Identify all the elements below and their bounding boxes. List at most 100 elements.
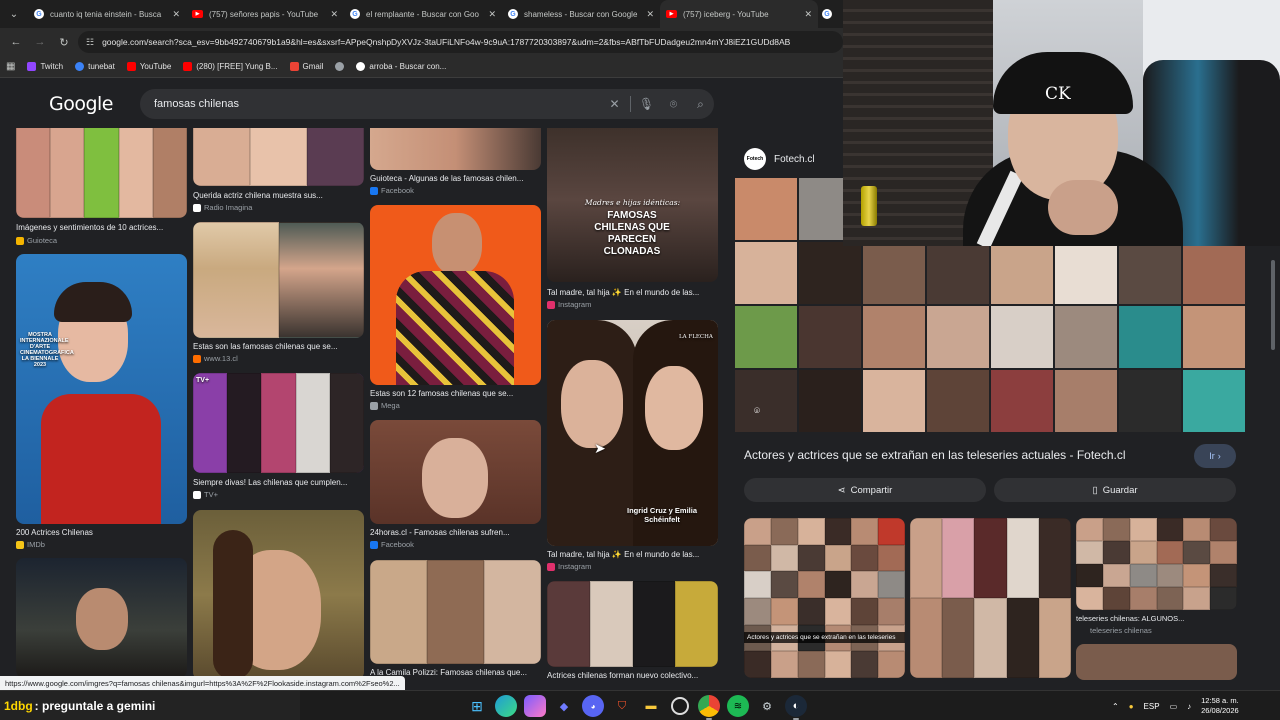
reload-icon[interactable]: ↻ (54, 32, 74, 52)
browser-tab[interactable]: G shameless - Buscar con Google ✕ (502, 0, 660, 28)
bookmark-tunebat[interactable]: tunebat (75, 62, 115, 71)
result-thumbnail[interactable] (193, 128, 364, 186)
browser-tab[interactable]: G cuanto iq tenia einstein - Busca ✕ (28, 0, 186, 28)
save-button[interactable]: ▯ Guardar (994, 478, 1236, 502)
browser-tab[interactable]: ▶ (757) señores papis - YouTube ✕ (186, 0, 344, 28)
volume-icon[interactable]: ♪ (1187, 702, 1191, 711)
browser-tab[interactable]: G el remplaante - Buscar con Goo ✕ (344, 0, 502, 28)
tvplus-icon (193, 490, 201, 499)
result-source: Instagram (547, 562, 591, 571)
share-button[interactable]: ⋖ Compartir (744, 478, 986, 502)
spotify-icon[interactable]: ≋ (727, 695, 749, 717)
related-image[interactable]: Actores y actrices que se extrañan en la… (744, 518, 905, 678)
close-tab-icon[interactable]: ✕ (330, 9, 338, 20)
image-result[interactable]: LA FLECHA Ingrid Cruz y Emilia Schéinfel… (547, 320, 718, 576)
discord-icon[interactable]: ◕ (582, 695, 604, 717)
radio-imagina-icon (193, 203, 201, 212)
result-thumbnail[interactable] (370, 128, 541, 170)
image-result[interactable]: Guioteca - Algunas de las famosas chilen… (370, 128, 541, 200)
apps-grid-icon[interactable]: ▦ (6, 61, 15, 72)
result-thumbnail[interactable] (193, 510, 364, 680)
back-arrow-icon[interactable]: ← (6, 32, 26, 52)
close-tab-icon[interactable]: ✕ (172, 9, 180, 20)
clear-icon[interactable]: ✕ (601, 97, 628, 111)
result-source: Instagram (547, 300, 591, 309)
result-thumbnail[interactable] (370, 560, 541, 664)
image-result[interactable]: Querida actriz chilena muestra sus... Ra… (193, 128, 364, 216)
microphone-icon[interactable]: 🎙 (633, 97, 660, 111)
image-result[interactable]: Estas son 12 famosas chilenas que se... … (370, 205, 541, 415)
link-status-bar: https://www.google.com/imgres?q=famosas … (0, 676, 405, 690)
bookmark-youtube[interactable]: YouTube (126, 62, 171, 71)
bookmark-arroba[interactable]: arroba - Buscar con... (356, 62, 446, 71)
result-thumbnail[interactable]: MOSTRA INTERNAZIONALE D'ARTE CINEMATOGRA… (16, 254, 187, 524)
scrollbar-thumb[interactable] (1271, 260, 1275, 350)
clock[interactable]: 12:58 a. m. 26/08/2026 (1201, 696, 1239, 716)
copilot-icon[interactable] (524, 695, 546, 717)
network-icon[interactable]: ▭ (1170, 702, 1178, 711)
site-info-icon[interactable]: ☷ (86, 37, 94, 48)
result-thumbnail[interactable] (370, 205, 541, 385)
image-result[interactable] (16, 558, 187, 680)
image-result[interactable]: Imágenes y sentimientos de 10 actrices..… (16, 128, 187, 246)
result-thumbnail[interactable] (16, 558, 187, 678)
browser-tab-active[interactable]: ▶ (757) iceberg - YouTube ✕ (660, 0, 818, 28)
close-tab-icon[interactable]: ✕ (488, 9, 496, 20)
result-thumbnail[interactable] (193, 222, 364, 338)
image-result[interactable]: MOSTRA INTERNAZIONALE D'ARTE CINEMATOGRA… (16, 254, 187, 554)
related-image[interactable] (1076, 518, 1237, 610)
image-result[interactable] (193, 510, 364, 680)
image-result[interactable]: 24horas.cl - Famosas chilenas sufren... … (370, 420, 541, 552)
panel-scrollbar[interactable] (1270, 246, 1276, 676)
folder-icon[interactable]: ▬ (640, 695, 662, 717)
microphone-icon[interactable]: ● (1129, 702, 1134, 711)
lens-search-icon[interactable]: ⌾ (748, 402, 766, 420)
brave-icon[interactable]: ⛉ (611, 695, 633, 717)
settings-icon[interactable]: ⚙ (756, 695, 778, 717)
result-thumbnail[interactable] (370, 420, 541, 524)
language-indicator[interactable]: ESP (1144, 702, 1160, 711)
obs-icon[interactable] (671, 697, 689, 715)
visit-button[interactable]: Ir › (1194, 444, 1236, 468)
result-caption: Imágenes y sentimientos de 10 actrices..… (16, 223, 164, 232)
steam-icon[interactable]: ◐ (785, 695, 807, 720)
bookmark-gmail[interactable]: Gmail (289, 62, 323, 71)
image-result[interactable]: A la Camila Polizzi: Famosas chilenas qu… (370, 560, 541, 680)
related-image[interactable] (1076, 644, 1237, 680)
chevron-up-icon[interactable]: ⌃ (1112, 702, 1119, 711)
edge-icon[interactable] (495, 695, 517, 717)
lens-icon[interactable]: ⌾ (660, 97, 687, 112)
windows-start-icon[interactable]: ⊞ (466, 695, 488, 717)
browser-tab-partial[interactable]: G (818, 0, 838, 28)
vscode-icon[interactable]: ◆ (553, 695, 575, 717)
result-thumbnail[interactable]: TV+ (193, 373, 364, 473)
chat-message: 1dbg : preguntale a gemini (0, 691, 300, 720)
close-tab-icon[interactable]: ✕ (804, 9, 812, 20)
related-image[interactable] (910, 518, 1071, 678)
image-result[interactable]: Estas son las famosas chilenas que se...… (193, 222, 364, 368)
result-thumbnail[interactable] (16, 128, 187, 218)
preview-title[interactable]: Actores y actrices que se extrañan en la… (744, 448, 1126, 462)
close-tab-icon[interactable]: ✕ (646, 9, 654, 20)
tab-search-icon[interactable]: ⌄ (0, 0, 28, 28)
address-bar[interactable]: ☷ google.com/search?sca_esv=9bb492740679… (78, 31, 843, 53)
webcam-person-hand (1048, 180, 1118, 235)
result-caption: Tal madre, tal hija ✨ En el mundo de las… (547, 288, 700, 297)
bookmark-twitch[interactable]: Twitch (27, 62, 63, 71)
google-logo[interactable]: Google (49, 93, 114, 115)
search-input[interactable]: famosas chilenas (154, 98, 601, 110)
madres-subtitle: Madres e hijas idénticas: (584, 198, 681, 207)
search-icon[interactable]: ⌕ (687, 97, 714, 112)
result-thumbnail[interactable]: Madres e hijas idénticas: FAMOSAS CHILEN… (547, 128, 718, 282)
chrome-icon[interactable] (698, 695, 720, 720)
result-thumbnail[interactable] (547, 581, 718, 667)
forward-arrow-icon[interactable]: → (30, 32, 50, 52)
search-box[interactable]: famosas chilenas ✕ 🎙 ⌾ ⌕ (140, 89, 714, 119)
bookmark-globe[interactable] (335, 62, 345, 71)
image-result[interactable]: Madres e hijas idénticas: FAMOSAS CHILEN… (547, 128, 718, 312)
bookmark-yung-b[interactable]: (280) [FREE] Yung B... (183, 62, 278, 71)
result-thumbnail[interactable]: LA FLECHA Ingrid Cruz y Emilia Schéinfel… (547, 320, 718, 546)
image-result[interactable]: Actrices chilenas forman nuevo colectivo… (547, 581, 718, 680)
preview-source[interactable]: Fotech Fotech.cl (744, 148, 815, 170)
image-result[interactable]: TV+ Siempre divas! Las chilenas que cump… (193, 373, 364, 501)
